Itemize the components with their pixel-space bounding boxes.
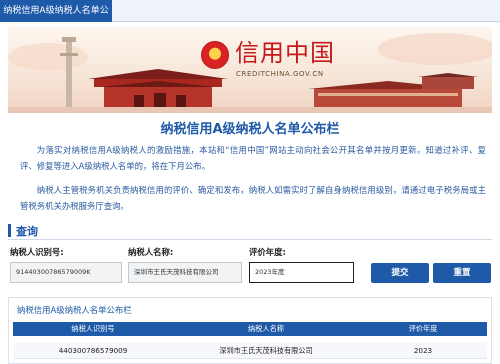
query-section-header: 查询 xyxy=(8,222,492,240)
evaluation-year-label: 评价年度: xyxy=(249,247,286,257)
intro-paragraph-2: 纳税人主管税务机关负责纳税信用的评价、确定和发布，纳税人如需实时了解自身纳税信用… xyxy=(20,185,486,211)
taxpayer-id-input[interactable]: 91440300786579009K xyxy=(10,262,122,283)
credit-china-banner: 信用中国 CREDITCHINA.GOV.CN xyxy=(8,27,492,113)
section-accent-bar xyxy=(8,224,11,237)
results-panel-title: 纳税信用A级纳税人名单公布栏 xyxy=(17,305,132,315)
column-header-evaluation-year: 评价年度 xyxy=(408,324,438,333)
national-emblem-icon xyxy=(201,41,229,69)
submit-button[interactable]: 提交 xyxy=(371,263,429,283)
evaluation-year-input[interactable]: 2023年度 xyxy=(249,262,354,283)
brand-domain-text: CREDITCHINA.GOV.CN xyxy=(236,70,324,78)
query-section-title: 查询 xyxy=(16,225,38,238)
results-panel: 纳税信用A级纳税人名单公布栏 纳税人识别号 纳税人名称 评价年度 4403007… xyxy=(8,297,492,364)
reset-button[interactable]: 重置 xyxy=(433,263,491,283)
column-header-taxpayer-id: 纳税人识别号 xyxy=(71,324,115,333)
intro-paragraph-1: 为落实对纳税信用A级纳税人的激励措施，本站和“信用中国”网站主动向社会公开其名单… xyxy=(20,145,486,171)
column-header-taxpayer-name: 纳税人名称 xyxy=(248,324,284,333)
table-row: 440300786579009 深圳市王氏天茂科技有限公司 2023 xyxy=(13,343,487,359)
cell-taxpayer-name: 深圳市王氏天茂科技有限公司 xyxy=(219,346,313,355)
page-title: 纳税信用A级纳税人名单公布栏 xyxy=(160,122,340,137)
results-table-header: 纳税人识别号 纳税人名称 评价年度 xyxy=(13,322,487,336)
tab-bar: 纳税信用A级纳税人名单公布栏 xyxy=(0,0,500,38)
taxpayer-name-label: 纳税人名称: xyxy=(128,247,174,257)
tab-a-level-taxpayer-list[interactable]: 纳税信用A级纳税人名单公布栏 xyxy=(0,0,112,38)
cell-taxpayer-id: 440300786579009 xyxy=(58,346,128,355)
brand-logo-text: 信用中国 xyxy=(235,39,335,67)
taxpayer-name-input[interactable]: 深圳市王氏天茂科技有限公司 xyxy=(128,262,242,283)
taxpayer-id-label: 纳税人识别号: xyxy=(10,247,64,257)
cell-evaluation-year: 2023 xyxy=(413,346,433,355)
